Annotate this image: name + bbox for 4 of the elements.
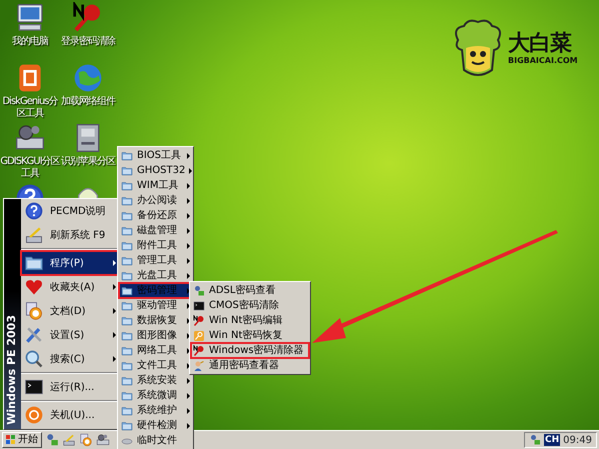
logo-url: BIGBAICAI.COM — [508, 56, 578, 66]
clock: 09:49 — [563, 434, 592, 448]
logo-wordmark: 大白菜 — [508, 32, 572, 56]
start-menu-title: Windows PE 2003 — [4, 315, 20, 425]
